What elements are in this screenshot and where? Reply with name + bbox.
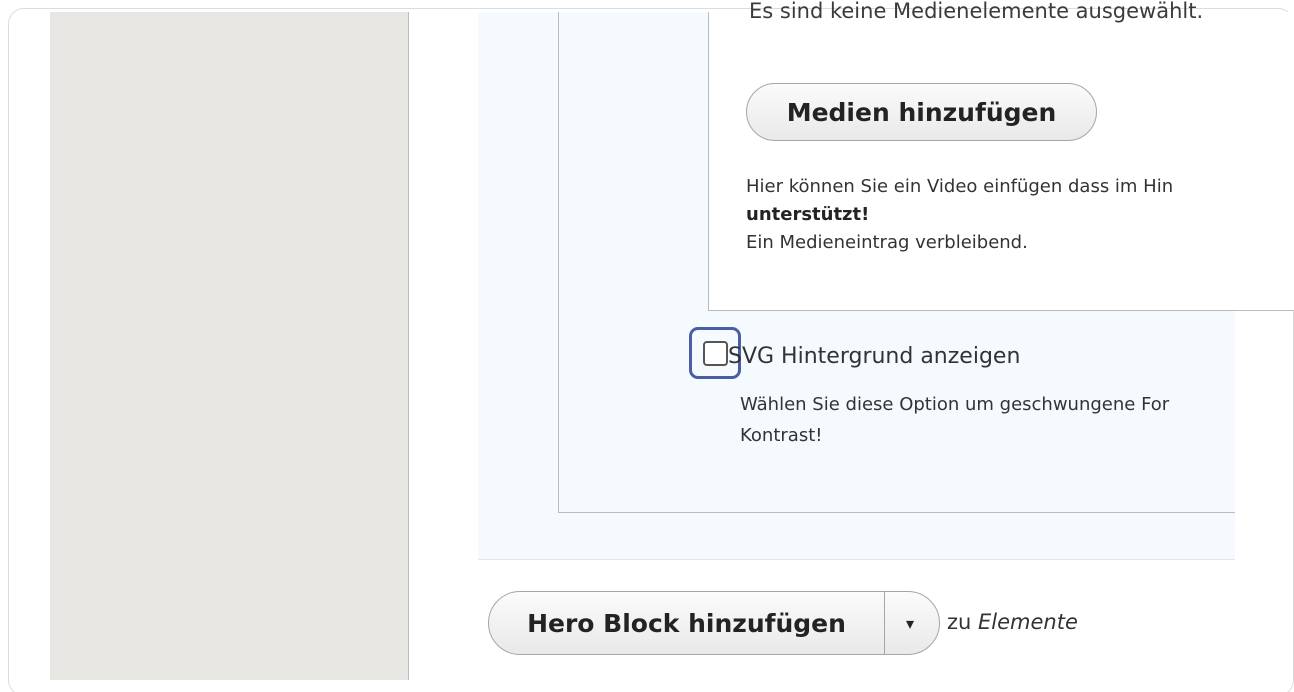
add-to-prefix: zu <box>947 610 972 634</box>
svg-description-line: Wählen Sie diese Option um geschwungene … <box>740 394 1170 415</box>
svg-background-label[interactable]: SVG Hintergrund anzeigen <box>728 344 1020 369</box>
main-content: Es sind keine Medienelemente ausgewählt.… <box>410 0 1294 680</box>
media-remaining-text: Ein Medieneintrag verbleibend. <box>746 231 1028 253</box>
empty-media-message: Es sind keine Medienelemente ausgewählt. <box>749 0 1204 23</box>
add-hero-block-button[interactable]: Hero Block hinzufügen <box>489 592 885 654</box>
caret-down-icon: ▾ <box>905 613 915 633</box>
svg-description-line: Kontrast! <box>740 424 823 446</box>
media-help-line: Hier können Sie ein Video einfügen dass … <box>746 176 1174 197</box>
media-help-text: Hier können Sie ein Video einfügen dass … <box>746 173 1294 257</box>
add-to-label: zu Elemente <box>947 610 1078 634</box>
add-to-target: Elemente <box>978 610 1078 634</box>
paragraph-item-panel: Es sind keine Medienelemente ausgewählt.… <box>478 0 1294 560</box>
add-media-button[interactable]: Medien hinzufügen <box>746 83 1097 141</box>
svg-background-description: Wählen Sie diese Option um geschwungene … <box>740 390 1294 451</box>
dropdown-toggle-button[interactable]: ▾ <box>885 592 939 654</box>
sidebar <box>50 12 409 680</box>
media-help-bold: unterstützt! <box>746 203 870 225</box>
media-library-widget: Es sind keine Medienelemente ausgewählt.… <box>708 0 1294 311</box>
add-hero-block-split-button: Hero Block hinzufügen ▾ <box>488 591 940 655</box>
svg-background-checkbox[interactable] <box>703 341 728 366</box>
